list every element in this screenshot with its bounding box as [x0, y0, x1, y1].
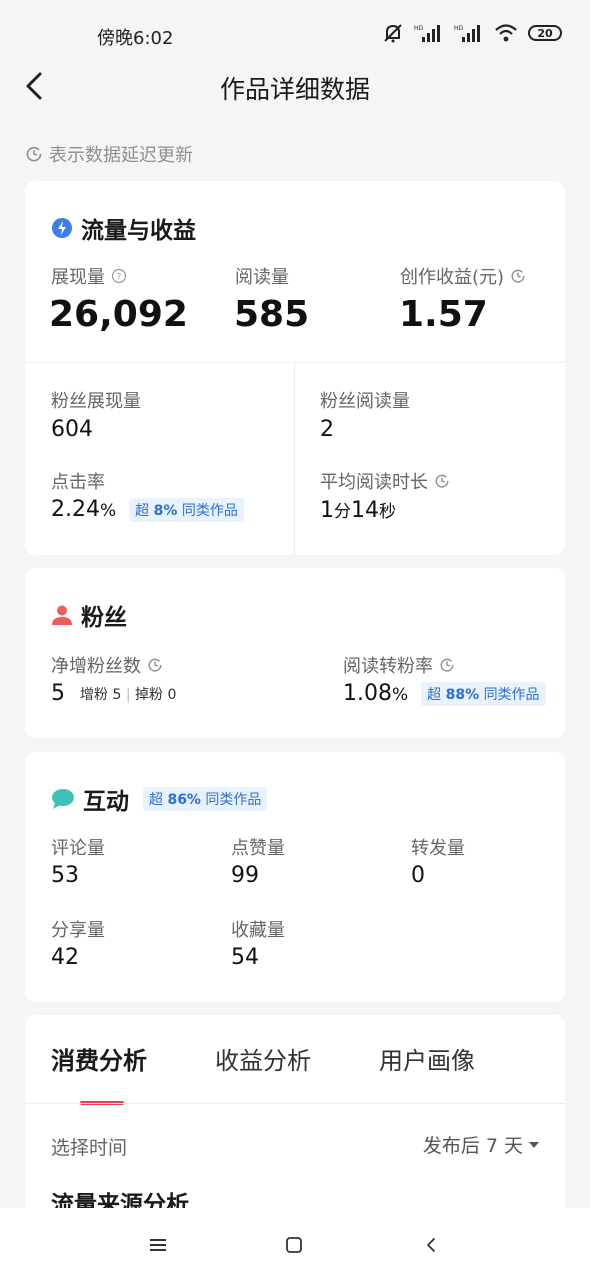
- battery-icon: 20: [528, 25, 562, 41]
- system-nav-bar: [0, 1208, 590, 1280]
- reads-value: 585: [234, 294, 310, 335]
- fan-impressions-label: 粉丝展现量: [51, 391, 141, 412]
- flame-drop-icon: [52, 218, 72, 238]
- fan-gain-lose: 增粉 5 | 掉粉 0: [80, 687, 177, 703]
- likes-label: 点赞量: [231, 838, 285, 859]
- refresh-clock-icon: [440, 658, 454, 672]
- conversion-label: 阅读转粉率: [343, 652, 455, 678]
- interaction-badge: 超 86% 同类作品: [143, 787, 268, 811]
- net-fans-value: 5 增粉 5 | 掉粉 0: [51, 681, 177, 706]
- divider: [25, 1103, 565, 1104]
- fan-reads-value: 2: [320, 417, 334, 442]
- signal-icon: HD: [414, 25, 440, 42]
- refresh-clock-icon: [435, 474, 449, 488]
- ctr-badge: 超 8% 同类作品: [129, 498, 244, 522]
- comments-label: 评论量: [51, 838, 105, 859]
- person-icon: [52, 605, 72, 625]
- caret-down-icon: [529, 1141, 539, 1148]
- avg-read-label: 平均阅读时长: [320, 468, 450, 494]
- earnings-value: 1.57: [399, 294, 488, 335]
- avg-read-value: 1分14秒: [320, 498, 396, 523]
- signal-icon-2: HD: [454, 25, 480, 42]
- traffic-card: 流量与收益 展现量 ? 26,092 阅读量 585 创作收益(元) 1.57 …: [25, 181, 565, 555]
- favorites-value: 54: [231, 945, 259, 970]
- fan-reads-label: 粉丝阅读量: [320, 391, 410, 412]
- delay-notice: 表示数据延迟更新: [25, 141, 193, 167]
- nav-bar: 作品详细数据: [0, 58, 590, 114]
- divider: [294, 363, 295, 555]
- wifi-icon: [495, 24, 517, 42]
- traffic-card-title: 流量与收益: [51, 211, 196, 245]
- refresh-clock-icon: [511, 269, 525, 283]
- tab-user-profile[interactable]: 用户画像: [379, 1041, 475, 1076]
- comments-value: 53: [51, 863, 79, 888]
- refresh-clock-icon: [26, 146, 42, 162]
- back-nav-icon[interactable]: [416, 1230, 446, 1260]
- forwards-label: 转发量: [411, 838, 465, 859]
- bell-muted-icon: [384, 24, 402, 43]
- svg-text:HD: HD: [414, 25, 424, 32]
- menu-icon[interactable]: [143, 1230, 173, 1260]
- conversion-badge: 超 88% 同类作品: [421, 682, 546, 706]
- fans-card: 粉丝 净增粉丝数 5 增粉 5 | 掉粉 0 阅读转粉率 1.08% 超 88%…: [25, 568, 565, 738]
- fans-card-title: 粉丝: [51, 598, 127, 632]
- conversion-value: 1.08% 超 88% 同类作品: [343, 681, 546, 706]
- interaction-card: 互动 超 86% 同类作品 评论量 53 点赞量 99 转发量 0 分享量 42…: [25, 752, 565, 1002]
- home-icon[interactable]: [279, 1230, 309, 1260]
- svg-text:?: ?: [117, 273, 122, 283]
- svg-text:HD: HD: [454, 25, 464, 32]
- tab-revenue[interactable]: 收益分析: [215, 1041, 311, 1076]
- time-range-select[interactable]: 发布后 7 天: [423, 1131, 539, 1158]
- favorites-label: 收藏量: [231, 920, 285, 941]
- forwards-value: 0: [411, 863, 425, 888]
- page-title: 作品详细数据: [219, 75, 370, 104]
- fan-impressions-value: 604: [51, 417, 93, 442]
- share-value: 42: [51, 945, 79, 970]
- net-fans-label: 净增粉丝数: [51, 652, 163, 678]
- impressions-value: 26,092: [49, 294, 188, 335]
- impressions-label: 展现量 ?: [51, 263, 127, 289]
- interaction-card-title: 互动 超 86% 同类作品: [51, 782, 268, 816]
- select-time-label: 选择时间: [51, 1137, 128, 1159]
- share-label: 分享量: [51, 920, 105, 941]
- status-time: 傍晚6:02: [97, 28, 174, 49]
- help-icon[interactable]: ?: [111, 268, 127, 284]
- earnings-label: 创作收益(元): [400, 263, 526, 289]
- tab-consumption[interactable]: 消费分析: [51, 1041, 147, 1076]
- likes-value: 99: [231, 863, 259, 888]
- ctr-label: 点击率: [51, 472, 105, 493]
- divider: [25, 362, 565, 363]
- ctr-value: 2.24% 超 8% 同类作品: [51, 497, 244, 522]
- refresh-clock-icon: [148, 658, 162, 672]
- chat-bubble-icon: [52, 789, 74, 809]
- status-icons: HD HD 20: [382, 22, 562, 44]
- reads-label: 阅读量: [235, 267, 289, 288]
